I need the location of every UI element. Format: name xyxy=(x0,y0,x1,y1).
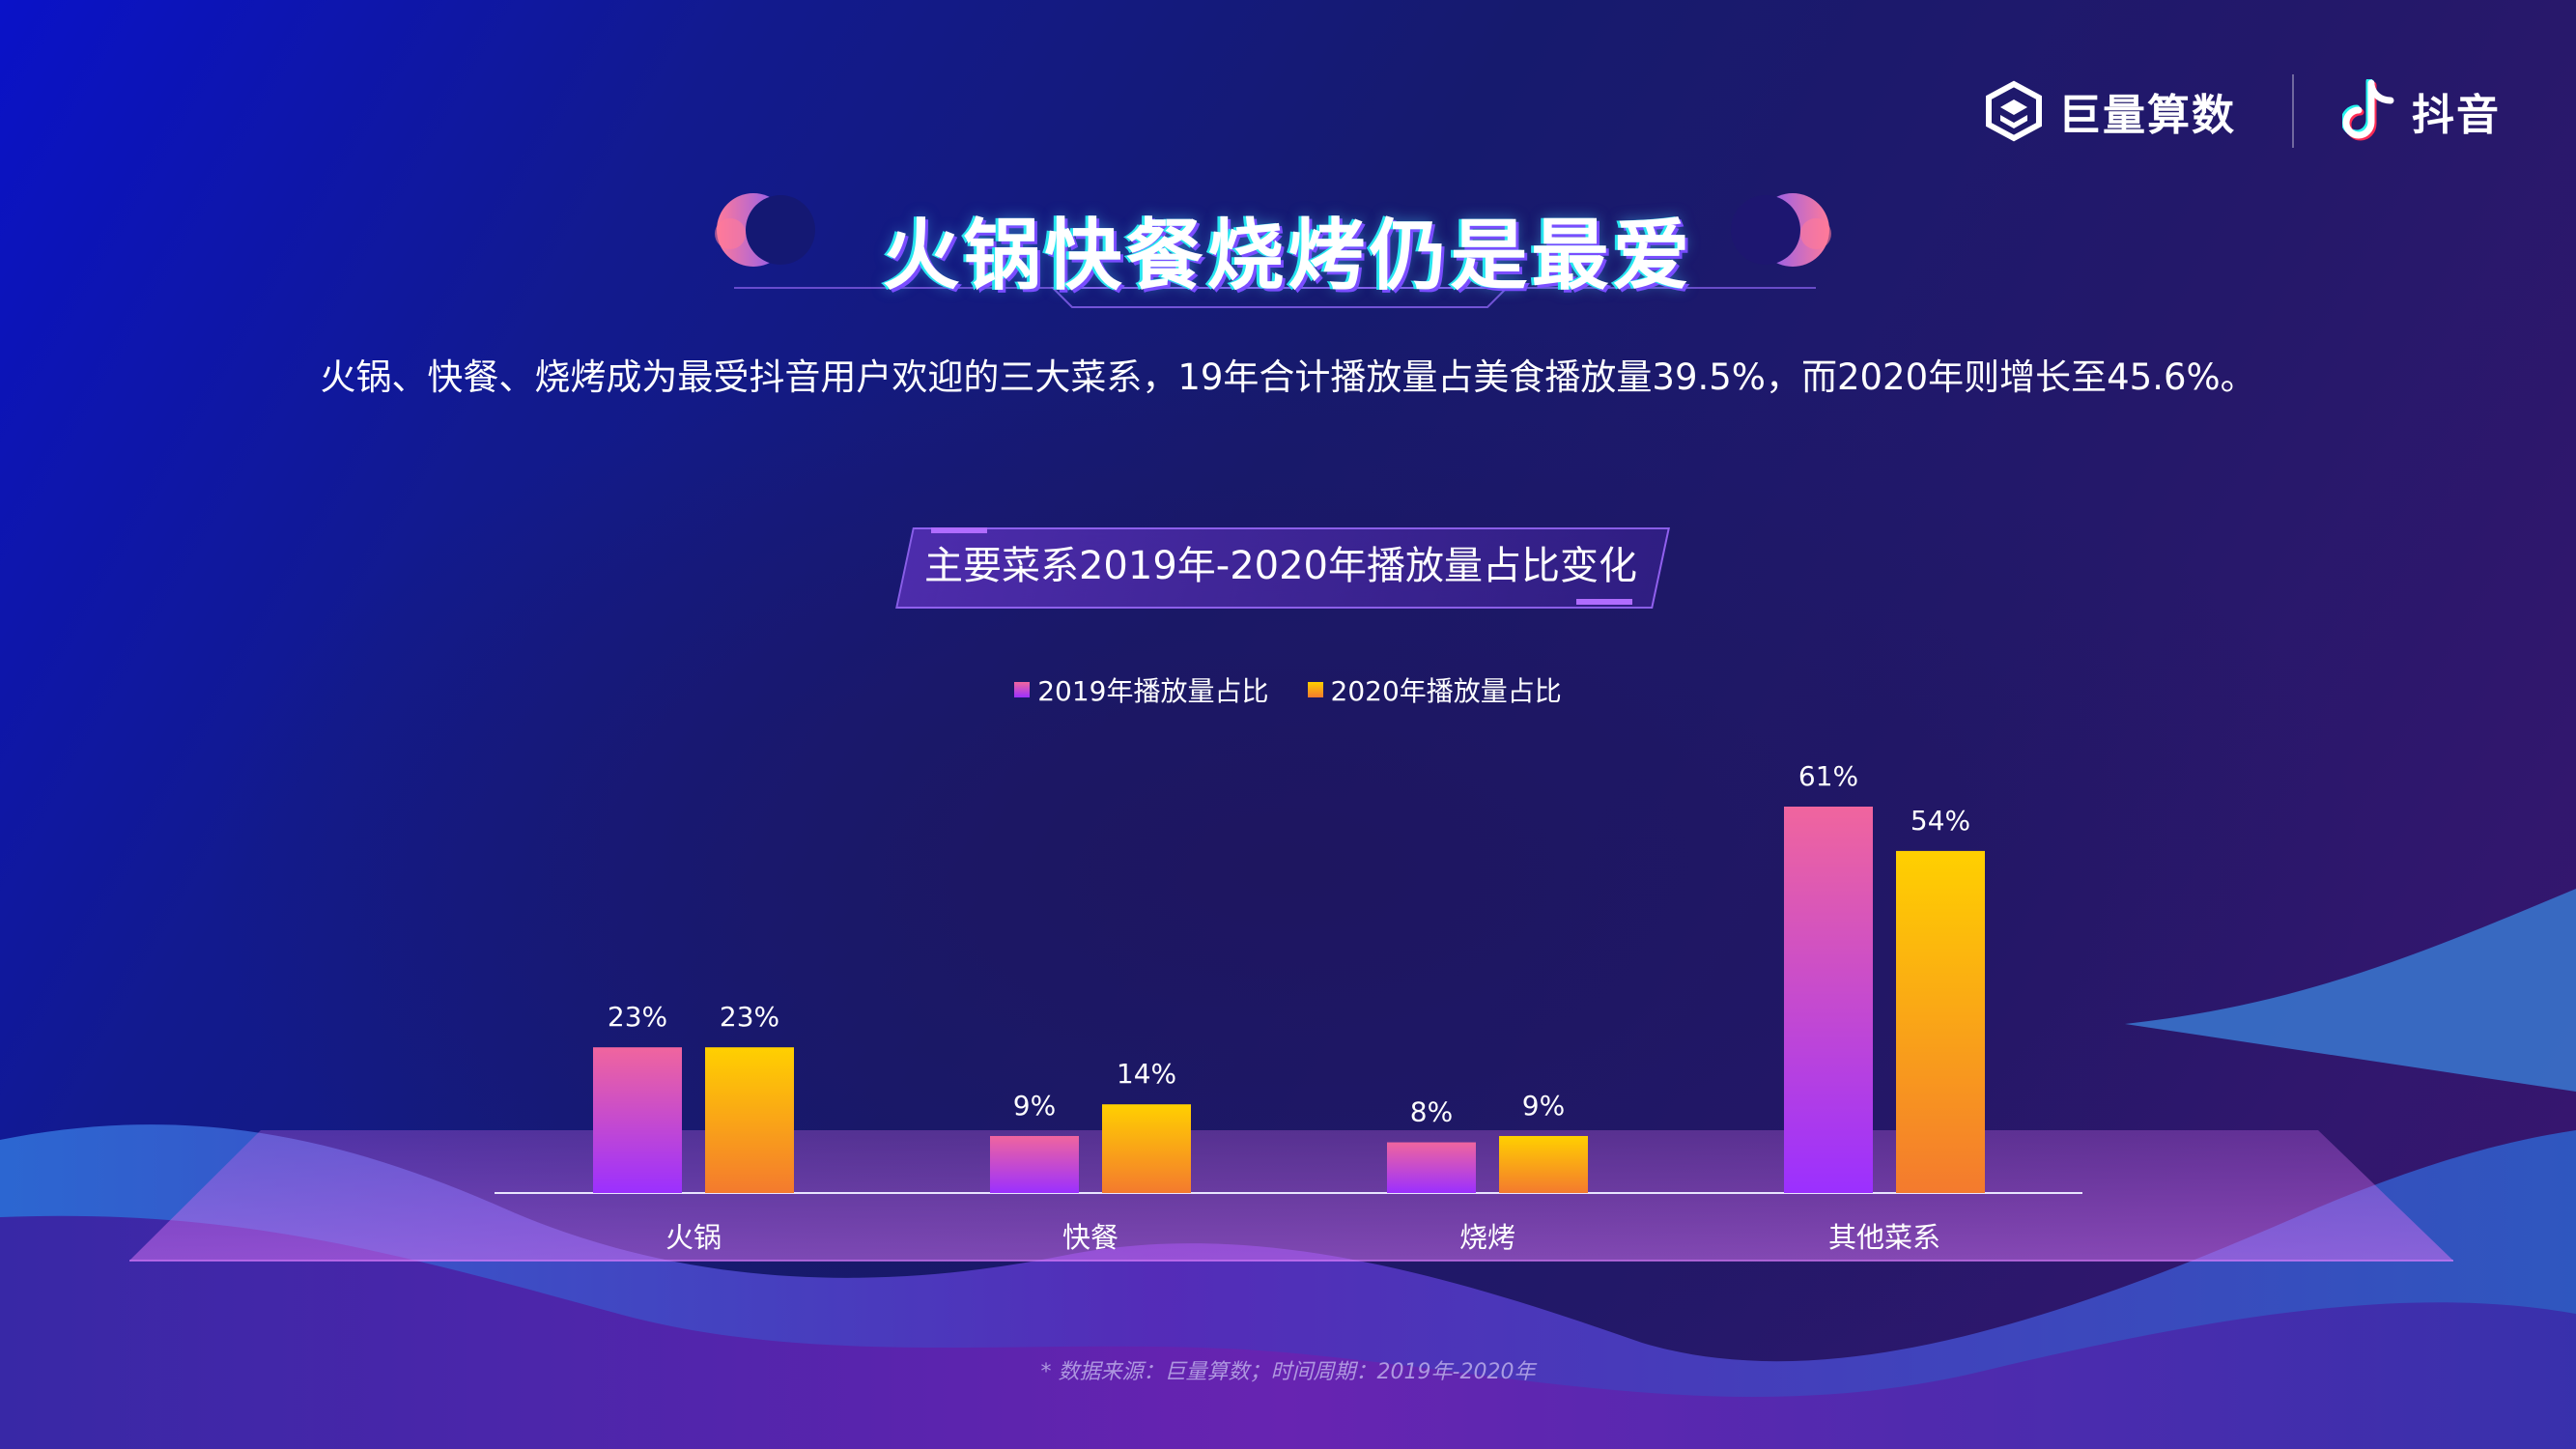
data-label-2020-1: 14% xyxy=(1117,1058,1176,1090)
bar-2020-1 xyxy=(1102,1104,1191,1193)
footnote: * 数据来源：巨量算数；时间周期：2019年-2020年 xyxy=(1040,1360,1536,1384)
data-label-2019-3: 61% xyxy=(1798,760,1858,792)
data-label-2019-1: 9% xyxy=(1013,1090,1056,1122)
bar-2020-2 xyxy=(1499,1135,1588,1193)
data-label-2020-0: 23% xyxy=(720,1001,779,1033)
bar-chart: 23% 23% 火锅 9% 14% 快餐 8% 9% 烧烤 61% 54% 其他菜系 xyxy=(495,760,2082,1254)
category-label-2: 烧烤 xyxy=(1459,1221,1515,1254)
bar-2019-3 xyxy=(1784,807,1873,1193)
data-label-2020-3: 54% xyxy=(1911,805,1970,837)
bar-2019-0 xyxy=(593,1047,682,1193)
bar-2019-2 xyxy=(1387,1142,1476,1193)
category-label-3: 其他菜系 xyxy=(1828,1221,1940,1254)
data-label-2019-0: 23% xyxy=(608,1001,667,1033)
bar-2020-3 xyxy=(1896,850,1985,1193)
data-label-2020-2: 9% xyxy=(1522,1090,1565,1122)
bar-2019-1 xyxy=(990,1135,1079,1193)
category-label-0: 火锅 xyxy=(665,1221,722,1254)
category-label-1: 快餐 xyxy=(1062,1221,1118,1254)
bar-2020-0 xyxy=(705,1047,794,1193)
data-label-2019-2: 8% xyxy=(1410,1096,1453,1128)
